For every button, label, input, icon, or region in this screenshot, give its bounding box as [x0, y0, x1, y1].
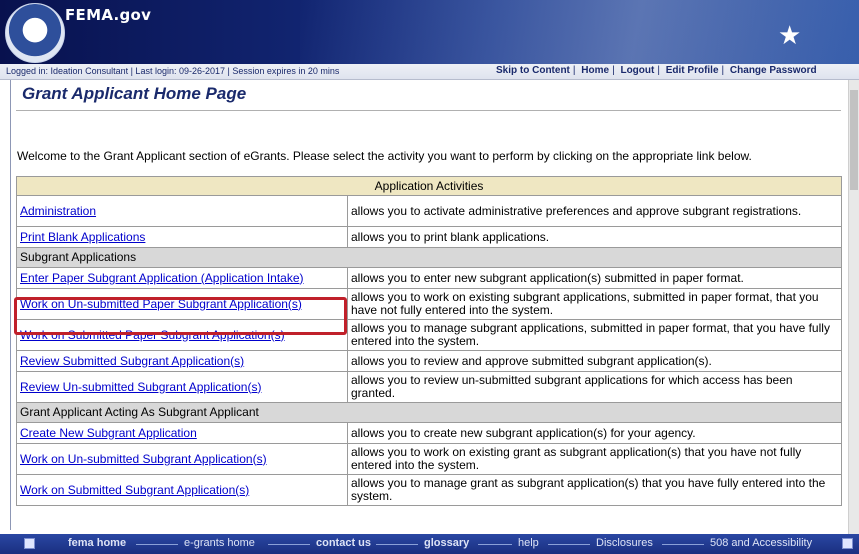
print-blank-applications-link[interactable]: Print Blank Applications	[20, 230, 145, 244]
section-row: Subgrant Applications	[15, 247, 843, 268]
skip-to-content-link[interactable]: Skip to Content	[496, 65, 570, 76]
content-border	[10, 80, 11, 530]
row-description: allows you to work on existing subgrant …	[346, 288, 843, 320]
table-row: Administration allows you to activate ad…	[16, 195, 843, 227]
row-description: allows you to activate administrative pr…	[346, 195, 843, 227]
review-unsubmitted-link[interactable]: Review Un-submitted Subgrant Application…	[20, 380, 261, 394]
dhs-seal-icon	[5, 3, 65, 63]
footer-divider	[268, 544, 310, 545]
section-label: Subgrant Applications	[15, 247, 843, 268]
review-submitted-link[interactable]: Review Submitted Subgrant Application(s)	[20, 354, 244, 368]
footer-508-accessibility-link[interactable]: 508 and Accessibility	[710, 537, 812, 549]
vertical-scrollbar[interactable]	[848, 80, 859, 534]
banner-background-image	[300, 0, 859, 64]
table-row: Work on Submitted Subgrant Application(s…	[16, 474, 843, 506]
footer-divider	[376, 544, 418, 545]
site-logo-text: FEMA.gov	[65, 6, 152, 24]
table-row: Review Un-submitted Subgrant Application…	[16, 371, 843, 403]
table-header: Application Activities	[15, 176, 843, 196]
table-row: Enter Paper Subgrant Application (Applic…	[16, 267, 843, 289]
welcome-text: Welcome to the Grant Applicant section o…	[17, 149, 752, 163]
footer-square-icon	[24, 538, 35, 549]
create-new-subgrant-link[interactable]: Create New Subgrant Application	[20, 426, 197, 440]
enter-paper-subgrant-link[interactable]: Enter Paper Subgrant Application (Applic…	[20, 271, 304, 285]
footer-divider	[548, 544, 590, 545]
edit-profile-link[interactable]: Edit Profile	[666, 65, 719, 76]
star-icon: ★	[778, 20, 802, 50]
administration-link[interactable]: Administration	[20, 204, 96, 218]
session-status-bar: Logged in: Ideation Consultant | Last lo…	[0, 64, 859, 80]
footer-contact-us-link[interactable]: contact us	[316, 537, 371, 549]
login-info-text: Logged in: Ideation Consultant | Last lo…	[6, 66, 340, 76]
row-description: allows you to review and approve submitt…	[346, 350, 843, 372]
highlight-box	[14, 297, 347, 335]
table-row: Work on Un-submitted Subgrant Applicatio…	[16, 443, 843, 475]
row-description: allows you to work on existing grant as …	[346, 443, 843, 475]
title-divider	[16, 110, 841, 111]
footer-divider	[662, 544, 704, 545]
row-description: allows you to manage grant as subgrant a…	[346, 474, 843, 506]
change-password-link[interactable]: Change Password	[730, 65, 817, 76]
footer-fema-home-link[interactable]: fema home	[68, 537, 126, 549]
logout-link[interactable]: Logout	[620, 65, 654, 76]
footer-square-icon	[842, 538, 853, 549]
row-description: allows you to print blank applications.	[346, 226, 843, 248]
top-nav-links: Skip to Content | Home | Logout | Edit Prof…	[496, 65, 817, 76]
footer-disclosures-link[interactable]: Disclosures	[596, 537, 653, 549]
table-row: Create New Subgrant Application allows y…	[16, 422, 843, 444]
row-description: allows you to create new subgrant applic…	[346, 422, 843, 444]
work-submitted-subgrant-link[interactable]: Work on Submitted Subgrant Application(s…	[20, 483, 249, 497]
page-title: Grant Applicant Home Page	[22, 84, 247, 103]
row-description: allows you to review un-submitted subgra…	[346, 371, 843, 403]
application-activities-table: Application Activities Administration al…	[15, 176, 843, 506]
footer-egrants-home-link[interactable]: e-grants home	[184, 537, 255, 549]
section-row: Grant Applicant Acting As Subgrant Appli…	[15, 402, 843, 423]
scrollbar-thumb[interactable]	[850, 90, 858, 190]
table-row: Print Blank Applications allows you to p…	[16, 226, 843, 248]
footer-divider	[136, 544, 178, 545]
footer-divider	[478, 544, 512, 545]
fema-banner: FEMA.gov ★	[0, 0, 859, 64]
section-label: Grant Applicant Acting As Subgrant Appli…	[15, 402, 843, 423]
footer-glossary-link[interactable]: glossary	[424, 537, 469, 549]
home-link[interactable]: Home	[581, 65, 609, 76]
table-row: Review Submitted Subgrant Application(s)…	[16, 350, 843, 372]
footer-help-link[interactable]: help	[518, 537, 539, 549]
work-unsubmitted-subgrant-link[interactable]: Work on Un-submitted Subgrant Applicatio…	[20, 452, 267, 466]
row-description: allows you to enter new subgrant applica…	[346, 267, 843, 289]
footer-nav: fema home e-grants home contact us gloss…	[0, 534, 859, 554]
row-description: allows you to manage subgrant applicatio…	[346, 319, 843, 351]
